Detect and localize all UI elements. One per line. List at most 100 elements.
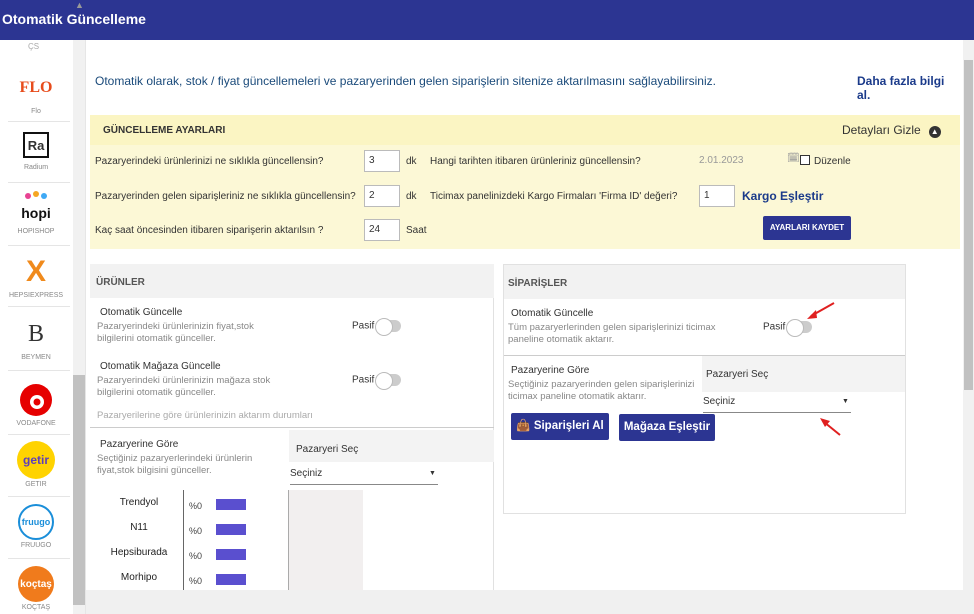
progress-bar: [216, 574, 246, 585]
orders-title: SİPARİŞLER: [508, 278, 568, 289]
sidebar-item-beymen[interactable]: B BEYMEN: [0, 316, 72, 362]
get-orders-button[interactable]: 👜 Siparişleri Al: [511, 413, 609, 440]
sidebar-scroll-thumb[interactable]: [73, 375, 85, 605]
frequency-products-label: Pazaryerindeki ürünlerinizi ne sıklıkla …: [95, 156, 324, 167]
cargo-firm-id-input[interactable]: 1: [699, 185, 735, 207]
marketplace-select[interactable]: Seçiniz ▼: [290, 468, 438, 485]
start-date-input[interactable]: 2.01.2023: [699, 155, 799, 166]
koctas-logo-icon: koçtaş: [18, 566, 54, 602]
unit-label: dk: [406, 156, 417, 167]
main-scrollbar[interactable]: [963, 40, 974, 590]
footer-bar: [86, 590, 974, 614]
settings-title: GÜNCELLEME AYARLARI: [103, 125, 226, 136]
toggle-switch[interactable]: [375, 372, 402, 390]
marketplace-name: Trendyol: [119, 497, 159, 508]
hepsiexpress-logo-icon: X: [25, 255, 46, 288]
hopi-logo-icon: hopi: [18, 190, 54, 226]
save-settings-button[interactable]: AYARLARI KAYDET: [763, 216, 851, 240]
frequency-orders-input[interactable]: 2: [364, 185, 400, 207]
orders-auto-update-toggle[interactable]: Pasif: [763, 319, 813, 337]
chevron-up-icon: ▲: [928, 126, 941, 138]
frequency-products-input[interactable]: 3: [364, 150, 400, 172]
transfer-status-note: Pazaryerilerine göre ürünlerinizin aktar…: [97, 410, 313, 421]
marketplace-select-header: Pazaryeri Seç: [296, 444, 359, 455]
sidebar-item-radium[interactable]: Ra Radium: [0, 132, 72, 171]
sidebar-item-label: GETIR: [25, 481, 47, 488]
sidebar-item-label: BEYMEN: [21, 354, 51, 361]
progress-bar: [216, 549, 246, 560]
auto-update-label: Otomatik Güncelle: [100, 307, 183, 318]
beymen-logo-icon: B: [27, 320, 44, 347]
unit-label: Saat: [406, 225, 427, 236]
progress-bar: [216, 524, 246, 535]
orders-auto-update-desc: Tüm pazaryerlerinden gelen siparişlerini…: [508, 322, 716, 345]
orders-marketplace-select-header: Pazaryeri Seç: [706, 369, 769, 380]
marketplace-percent: %0: [189, 576, 203, 586]
sidebar-item-vodafone[interactable]: VODAFONE: [0, 382, 72, 427]
marketplace-percent: %0: [189, 551, 203, 561]
sidebar-top-label: ÇS: [28, 42, 40, 51]
sidebar-item-label: HEPSIEXPRESS: [8, 292, 64, 299]
sidebar-item-hepsiexpress[interactable]: X HEPSIEXPRESS: [0, 254, 72, 299]
edit-checkbox[interactable]: [800, 155, 810, 165]
by-marketplace-desc: Seçtiğiniz pazaryerlerindeki ürünlerin f…: [97, 453, 253, 476]
progress-bar: [216, 499, 246, 510]
edit-label: Düzenle: [814, 156, 851, 167]
cargo-match-link[interactable]: Kargo Eşleştir: [742, 189, 823, 203]
vodafone-logo-icon: [18, 382, 54, 418]
window-title: Otomatik Güncelleme: [0, 0, 974, 40]
main-scroll-thumb[interactable]: [964, 60, 973, 390]
products-panel: ÜRÜNLER Otomatik Güncelle Pazaryerindeki…: [90, 264, 494, 594]
main-content: Otomatik olarak, stok / fiyat güncelleme…: [86, 40, 960, 614]
orders-marketplace-select[interactable]: Seçiniz ▼: [703, 396, 851, 413]
more-info-link[interactable]: Daha fazla bilgi al.: [857, 74, 960, 102]
fruugo-logo-icon: fruugo: [18, 504, 54, 540]
match-store-button[interactable]: Mağaza Eşleştir: [619, 414, 715, 441]
marketplace-name: Morhipo: [120, 572, 158, 583]
sidebar-item-hopishop[interactable]: hopi HOPISHOP: [0, 190, 72, 235]
cargo-firm-id-label: Ticimax panelinizdeki Kargo Firmaları 'F…: [430, 191, 678, 202]
hours-before-input[interactable]: 24: [364, 219, 400, 241]
list-item: Trendyol %0: [90, 494, 290, 516]
frequency-orders-label: Pazaryerinden gelen siparişleriniz ne sı…: [95, 191, 356, 202]
radium-logo-icon: Ra: [23, 132, 49, 158]
orders-auto-update-label: Otomatik Güncelle: [511, 308, 594, 319]
getir-logo-icon: getir: [17, 441, 55, 479]
sidebar-item-label: Radium: [23, 164, 49, 171]
store-update-toggle[interactable]: Pasif: [352, 372, 402, 390]
marketplace-percent: %0: [189, 501, 203, 511]
unit-label: dk: [406, 191, 417, 202]
list-item: Hepsiburada %0: [90, 544, 290, 566]
orders-by-marketplace-label: Pazaryerine Göre: [511, 365, 590, 376]
sidebar-item-label: Flo: [31, 108, 41, 115]
list-item: Morhipo %0: [90, 569, 290, 591]
start-date-label: Hangi tarihten itibaren ürünleriniz günc…: [430, 156, 641, 167]
settings-header: GÜNCELLEME AYARLARI Detayları Gizle ▲: [90, 115, 960, 145]
sidebar-item-label: KOÇTAŞ: [21, 604, 51, 611]
by-marketplace-label: Pazaryerine Göre: [100, 439, 179, 450]
caret-down-icon: ▼: [429, 470, 436, 477]
sidebar-item-label: HOPISHOP: [17, 228, 55, 235]
caret-down-icon: ▼: [842, 398, 849, 405]
calendar-icon[interactable]: 🗓: [787, 153, 800, 164]
toggle-switch[interactable]: [375, 318, 402, 336]
toggle-switch[interactable]: [786, 319, 813, 337]
svg-text:hopi: hopi: [21, 205, 51, 221]
sidebar-item-flo[interactable]: FLO Flo: [0, 70, 72, 115]
products-title: ÜRÜNLER: [96, 277, 145, 288]
sidebar-item-koctas[interactable]: koçtaş KOÇTAŞ: [0, 566, 72, 611]
orders-panel: SİPARİŞLER Otomatik Güncelle Tüm pazarye…: [503, 264, 906, 514]
auto-update-toggle[interactable]: Pasif: [352, 318, 402, 336]
sidebar-item-getir[interactable]: getir GETIR: [0, 441, 72, 488]
intro-text: Otomatik olarak, stok / fiyat güncelleme…: [95, 74, 716, 88]
annotation-arrow-icon: [820, 418, 841, 436]
marketplace-name: Hepsiburada: [110, 547, 168, 558]
store-update-desc: Pazaryerindeki ürünlerinizin mağaza stok…: [97, 375, 271, 398]
marketplace-percent: %0: [189, 526, 203, 536]
store-update-label: Otomatik Mağaza Güncelle: [100, 361, 221, 372]
chevron-up-icon[interactable]: ▲: [75, 0, 84, 10]
sidebar-item-fruugo[interactable]: fruugo FRUUGO: [0, 504, 72, 549]
hide-details-button[interactable]: Detayları Gizle ▲: [842, 123, 941, 138]
sidebar-scrollbar[interactable]: [73, 40, 85, 614]
auto-update-desc: Pazaryerindeki ürünlerinizin fiyat,stok …: [97, 321, 254, 344]
